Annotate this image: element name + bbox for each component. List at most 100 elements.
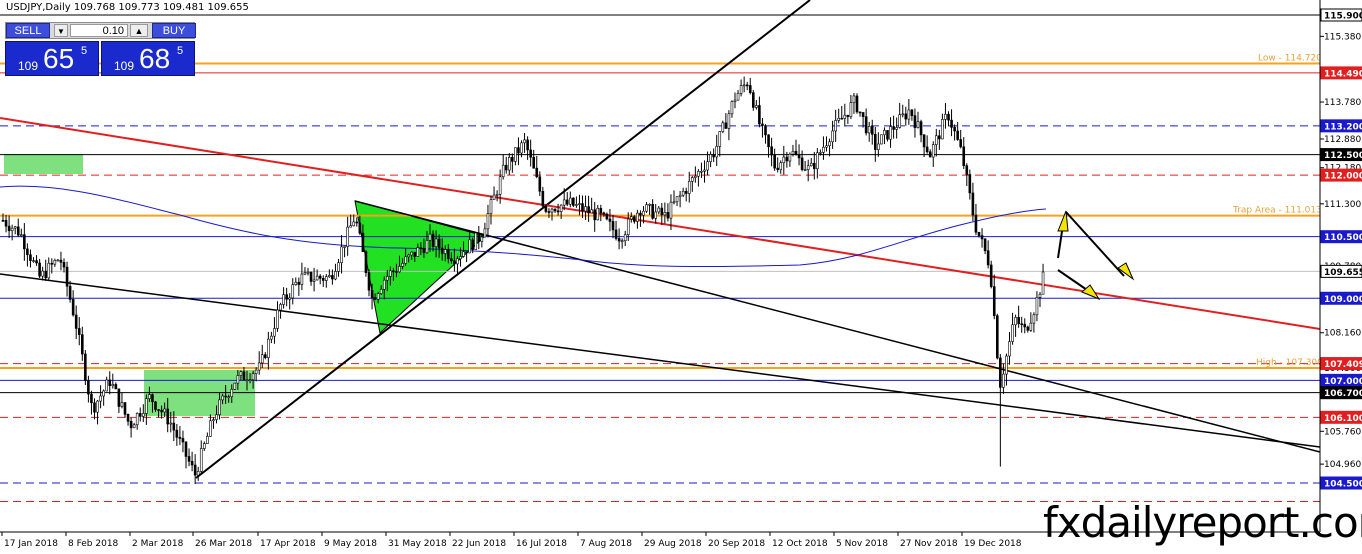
candle-body <box>114 384 118 390</box>
candle-body <box>398 266 401 273</box>
candle-body <box>852 95 856 104</box>
candle-body <box>84 353 87 381</box>
level-annotation-1: Low - 114.720 <box>1258 53 1322 63</box>
time-tick-label-7: 22 Jun 2018 <box>452 539 506 549</box>
buy-button[interactable]: BUY <box>152 23 196 38</box>
lot-dropdown-icon[interactable]: ▼ <box>54 24 68 37</box>
candle-body <box>233 382 237 390</box>
candle-body <box>797 154 801 159</box>
price-label-8: 109.655 <box>1324 268 1362 278</box>
candle-body <box>410 251 414 256</box>
candle-body <box>163 408 166 413</box>
candle-body <box>684 191 688 194</box>
candle-body <box>724 122 728 129</box>
candle-body <box>1023 323 1027 328</box>
candle-body <box>257 362 261 371</box>
candle-body <box>10 227 14 232</box>
candle-body <box>19 234 23 236</box>
candle-body <box>1041 271 1045 295</box>
candle-body <box>117 388 121 407</box>
price-tick-label-0: 115.380 <box>1324 32 1361 42</box>
price-label-15: 104.500 <box>1324 480 1362 490</box>
candle-body <box>831 130 834 143</box>
candle-body <box>96 400 99 413</box>
candle-body <box>123 402 127 415</box>
candle-body <box>459 256 462 260</box>
candle-body <box>407 254 410 258</box>
candle-body <box>303 272 307 275</box>
sell-quote[interactable]: 109 65 5 <box>5 41 99 76</box>
candle-body <box>511 157 514 162</box>
price-chart[interactable]: Low - 114.720 Trap Area - 111.013 High - 1… <box>0 0 1362 554</box>
candle-body <box>178 436 182 439</box>
candle-body <box>614 229 618 239</box>
candle-body <box>65 266 69 287</box>
candle-body <box>416 247 420 257</box>
candle-body <box>645 204 648 212</box>
candle-body <box>337 262 340 272</box>
price-axis: 115.380113.780112.880112.180111.300109.7… <box>1319 0 1362 532</box>
candle-body <box>828 141 831 146</box>
candle-body <box>822 146 825 153</box>
candle-body <box>355 221 359 224</box>
candle-body <box>514 147 517 162</box>
candle-body <box>785 156 789 162</box>
moving-average <box>0 185 1047 268</box>
candle-body <box>687 181 691 194</box>
candle-body <box>379 289 383 294</box>
candle-body <box>950 119 953 128</box>
candle-body <box>120 402 124 407</box>
price-label-4: 112.500 <box>1324 151 1362 161</box>
candle-body <box>456 258 459 265</box>
price-tick-label-8: 105.760 <box>1324 427 1361 437</box>
candle-body <box>181 438 185 443</box>
candle-body <box>425 240 429 254</box>
candle-body <box>907 109 911 120</box>
candle-body <box>193 464 197 476</box>
candle-body <box>669 201 673 219</box>
forecast-arrows <box>1057 210 1135 301</box>
trendline-falling-red <box>0 117 1320 330</box>
candle-body <box>242 371 246 381</box>
time-tick-label-11: 20 Sep 2018 <box>708 539 765 549</box>
lot-spinner-icon[interactable]: ▲ <box>130 24 148 37</box>
candle-body <box>648 204 651 206</box>
candle-body <box>480 236 484 242</box>
candle-body <box>35 260 38 264</box>
candle-body <box>712 154 715 158</box>
candle-body <box>578 203 581 205</box>
candle-body <box>758 105 761 125</box>
candle-body <box>959 139 963 148</box>
candle-body <box>428 233 432 241</box>
candle-body <box>974 214 978 233</box>
price-label-14: 106.100 <box>1324 414 1362 424</box>
candle-body <box>962 146 966 166</box>
candle-body <box>565 199 569 205</box>
candle-body <box>980 235 984 240</box>
candle-body <box>209 420 212 437</box>
candle-body <box>392 270 395 273</box>
candle-body <box>873 133 877 150</box>
candle-body <box>596 207 600 221</box>
time-tick-label-1: 8 Feb 2018 <box>68 539 119 549</box>
candle-body <box>593 209 597 221</box>
candle-body <box>721 122 725 132</box>
candle-body <box>297 281 301 285</box>
candle-body <box>547 211 551 213</box>
candle-body <box>858 111 862 114</box>
candle-body <box>1026 326 1030 331</box>
candle-body <box>715 146 719 158</box>
candle-body <box>26 248 29 256</box>
candle-body <box>175 429 179 438</box>
candle-body <box>160 409 163 413</box>
candle-body <box>944 113 947 120</box>
candle-body <box>267 338 270 358</box>
candle-body <box>343 246 346 248</box>
buy-quote[interactable]: 109 68 5 <box>101 41 195 76</box>
candle-body <box>108 379 112 387</box>
lot-size-input[interactable]: 0.10 <box>70 24 128 37</box>
candle-body <box>453 260 456 265</box>
candle-body <box>358 222 362 234</box>
sell-button[interactable]: SELL <box>6 23 50 38</box>
candle-body <box>50 262 54 265</box>
